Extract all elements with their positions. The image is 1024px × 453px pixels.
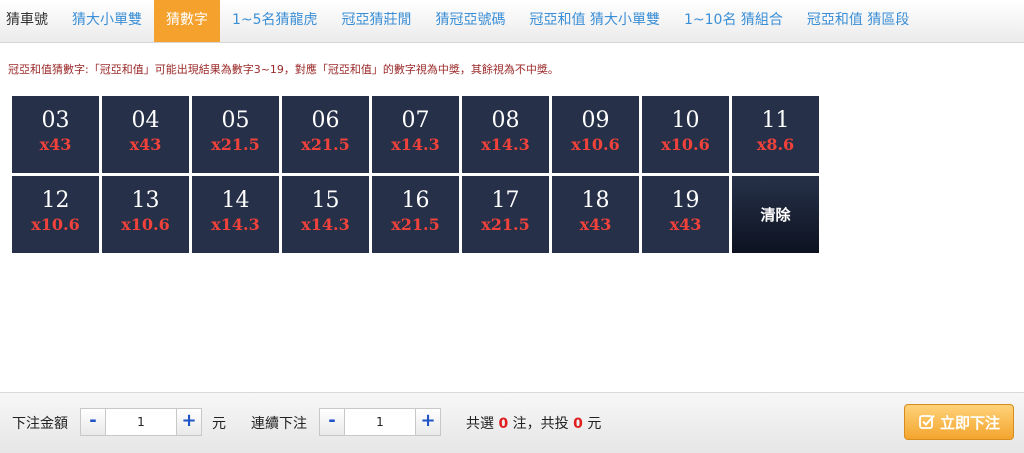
number-cell-06[interactable]: 06 x21.5 — [282, 96, 369, 173]
number-cell-12[interactable]: 12 x10.6 — [12, 176, 99, 253]
bet-summary: 共選 0 注，共投 0 元 — [466, 413, 601, 433]
bet-amount-stepper: - + — [80, 408, 202, 436]
tab-guess-big-small-odd-even[interactable]: 猜大小單雙 — [60, 0, 154, 42]
bet-amount-label: 下注金額 — [12, 416, 68, 432]
tab-guess-combination[interactable]: 1~10名 猜組合 — [672, 0, 795, 42]
tab-bar: 猜車號 猜大小單雙 猜數字 1~5名猜龍虎 冠亞猜莊閒 猜冠亞號碼 冠亞和值 猜… — [0, 0, 1024, 43]
number-cell-14[interactable]: 14 x14.3 — [192, 176, 279, 253]
cell-number: 04 — [131, 108, 160, 133]
cell-odds: x43 — [579, 215, 612, 234]
cell-odds: x43 — [129, 135, 162, 154]
summary-suffix: 元 — [587, 416, 602, 432]
bet-amount-minus-button[interactable]: - — [81, 409, 106, 435]
cell-number: 18 — [581, 188, 610, 213]
number-cell-07[interactable]: 07 x14.3 — [372, 96, 459, 173]
rule-description: 冠亞和值猜數字:「冠亞和值」可能出現結果為數字3~19，對應「冠亞和值」的數字視… — [8, 63, 559, 76]
cell-number: 13 — [131, 188, 160, 213]
tab-sum-range[interactable]: 冠亞和值 猜區段 — [795, 0, 921, 42]
tab-sum-big-small-odd-even[interactable]: 冠亞和值 猜大小單雙 — [518, 0, 672, 42]
number-cell-08[interactable]: 08 x14.3 — [462, 96, 549, 173]
tab-guess-car-number[interactable]: 猜車號 — [0, 0, 60, 42]
checkbox-icon — [918, 413, 936, 431]
cell-odds: x8.6 — [756, 135, 795, 154]
cell-number: 08 — [491, 108, 520, 133]
continuous-bet-plus-button[interactable]: + — [415, 409, 440, 435]
cell-odds: x21.5 — [211, 135, 260, 154]
cell-number: 17 — [491, 188, 520, 213]
tab-guess-champion-numbers[interactable]: 猜冠亞號碼 — [424, 0, 518, 42]
cell-number: 03 — [41, 108, 70, 133]
cell-number: 10 — [671, 108, 700, 133]
cell-number: 07 — [401, 108, 430, 133]
cell-number: 12 — [41, 188, 70, 213]
cell-odds: x14.3 — [481, 135, 530, 154]
cell-odds: x10.6 — [661, 135, 710, 154]
number-cell-05[interactable]: 05 x21.5 — [192, 96, 279, 173]
number-cell-19[interactable]: 19 x43 — [642, 176, 729, 253]
submit-bet-label: 立即下注 — [939, 413, 1000, 432]
number-cell-15[interactable]: 15 x14.3 — [282, 176, 369, 253]
bet-amount-plus-button[interactable]: + — [176, 409, 201, 435]
summary-prefix: 共選 — [466, 416, 494, 432]
continuous-bet-stepper: - + — [319, 408, 441, 436]
tab-banker-player[interactable]: 冠亞猜莊閒 — [330, 0, 424, 42]
submit-bet-button[interactable]: 立即下注 — [904, 404, 1014, 440]
cell-number: 05 — [221, 108, 250, 133]
cell-odds: x21.5 — [391, 215, 440, 234]
number-cell-03[interactable]: 03 x43 — [12, 96, 99, 173]
cell-odds: x14.3 — [211, 215, 260, 234]
cell-number: 14 — [221, 188, 250, 213]
cell-number: 11 — [761, 108, 790, 133]
number-grid: 03 x43 04 x43 05 x21.5 06 x21.5 07 x14.3 08 x1… — [12, 96, 819, 253]
bet-amount-input[interactable] — [106, 409, 176, 435]
cell-odds: x10.6 — [121, 215, 170, 234]
cell-number: 16 — [401, 188, 430, 213]
number-cell-09[interactable]: 09 x10.6 — [552, 96, 639, 173]
number-cell-13[interactable]: 13 x10.6 — [102, 176, 189, 253]
currency-unit-label: 元 — [212, 416, 226, 432]
number-cell-18[interactable]: 18 x43 — [552, 176, 639, 253]
bet-footer: 下注金額 - + 元 連續下注 - + 共選 0 注，共投 0 元 立即下注 — [0, 392, 1024, 453]
selected-count: 0 — [498, 416, 509, 432]
cell-odds: x21.5 — [301, 135, 350, 154]
clear-button[interactable]: 清除 — [732, 176, 819, 253]
cell-odds: x14.3 — [391, 135, 440, 154]
number-cell-10[interactable]: 10 x10.6 — [642, 96, 729, 173]
cell-odds: x10.6 — [571, 135, 620, 154]
number-cell-11[interactable]: 11 x8.6 — [732, 96, 819, 173]
number-cell-16[interactable]: 16 x21.5 — [372, 176, 459, 253]
continuous-bet-minus-button[interactable]: - — [320, 409, 345, 435]
continuous-bet-input[interactable] — [345, 409, 415, 435]
cell-number: 06 — [311, 108, 340, 133]
continuous-bet-label: 連續下注 — [251, 416, 307, 432]
cell-number: 15 — [311, 188, 340, 213]
number-cell-04[interactable]: 04 x43 — [102, 96, 189, 173]
cell-odds: x43 — [39, 135, 72, 154]
cell-number: 19 — [671, 188, 700, 213]
tab-dragon-tiger[interactable]: 1~5名猜龍虎 — [220, 0, 330, 42]
cell-odds: x10.6 — [31, 215, 80, 234]
cell-odds: x21.5 — [481, 215, 530, 234]
summary-middle: 注，共投 — [512, 416, 569, 432]
cell-odds: x14.3 — [301, 215, 350, 234]
cell-odds: x43 — [669, 215, 702, 234]
tab-guess-number[interactable]: 猜數字 — [154, 0, 220, 42]
total-amount: 0 — [573, 416, 583, 432]
number-cell-17[interactable]: 17 x21.5 — [462, 176, 549, 253]
cell-number: 09 — [581, 108, 610, 133]
